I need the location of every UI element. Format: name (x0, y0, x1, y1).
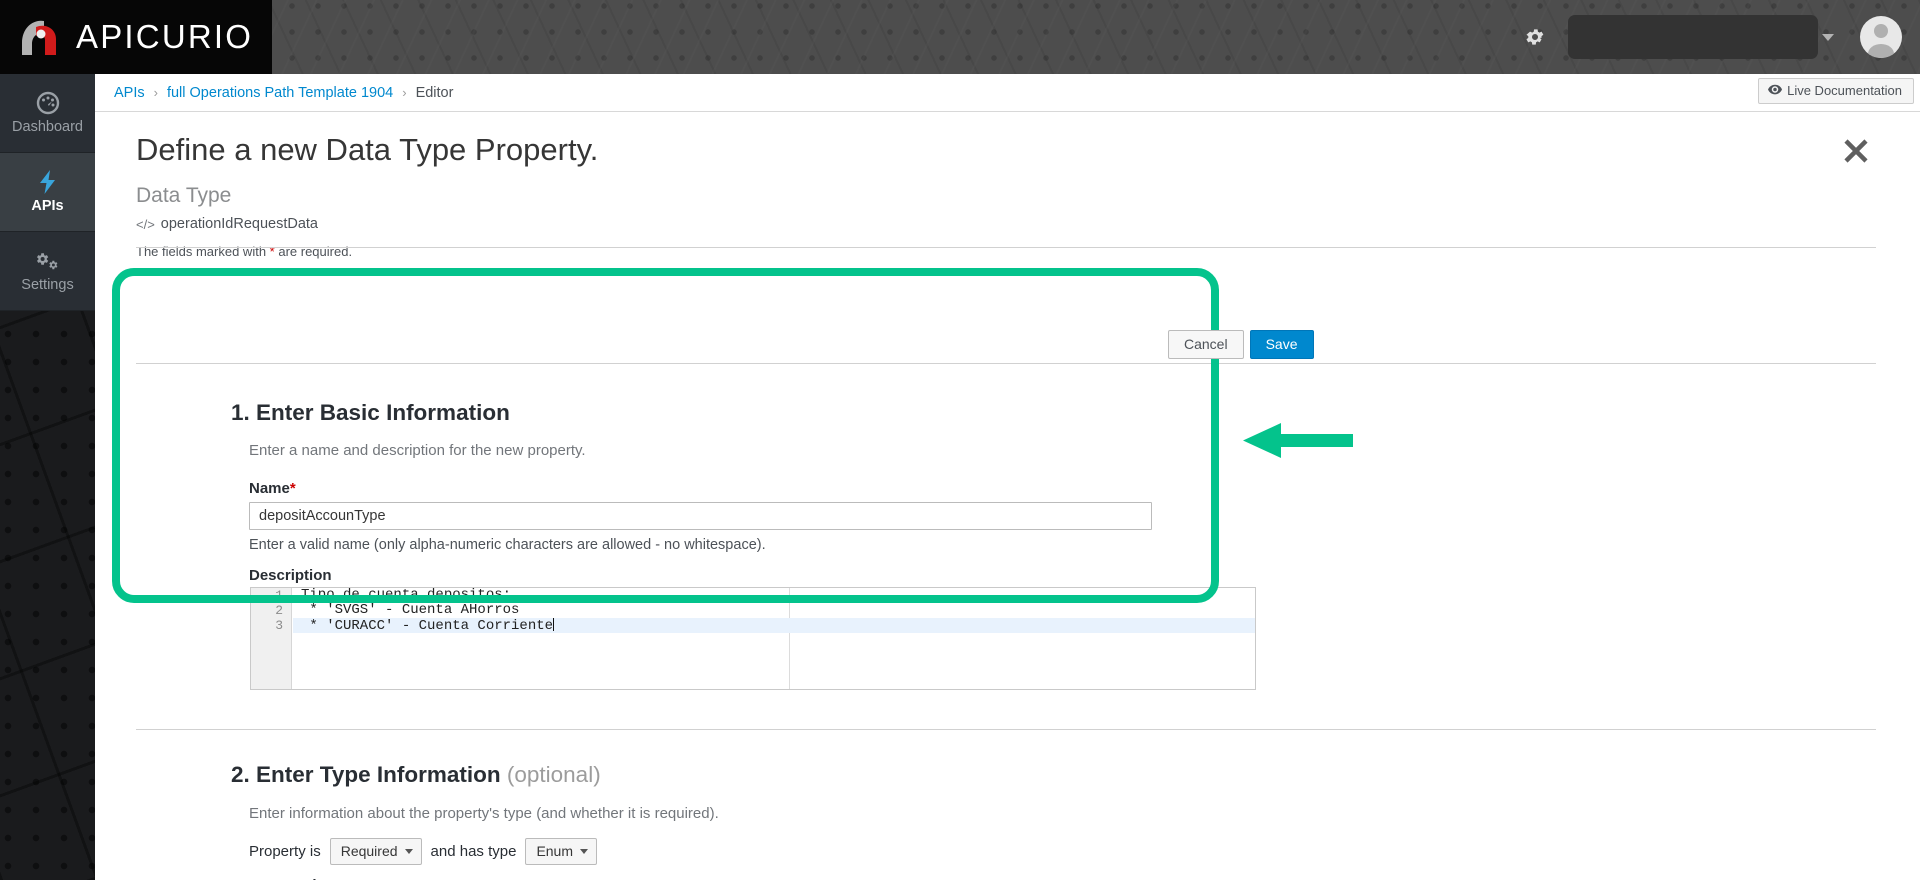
gears-icon (35, 249, 61, 273)
line-number: 1 (275, 588, 283, 603)
sidebar-item-dashboard[interactable]: Dashboard (0, 74, 95, 153)
breadcrumb-item-api[interactable]: full Operations Path Template 1904 (167, 85, 393, 101)
divider-after-header (136, 363, 1876, 364)
masthead-right-tools (1520, 0, 1902, 74)
name-label-text: Name (249, 480, 290, 497)
page-title: Define a new Data Type Property. (136, 132, 599, 167)
section-1-title: 1. Enter Basic Information (231, 400, 510, 425)
required-select[interactable]: Required (329, 838, 422, 865)
sidebar-item-settings[interactable]: Settings (0, 232, 95, 311)
property-type-row: Property is Required and has type Enum (249, 838, 598, 865)
breadcrumb-separator: › (153, 85, 158, 100)
sidebar-item-label: Settings (21, 277, 74, 293)
editor-line: Tipo de cuenta depositos: (301, 587, 512, 603)
user-menu-field[interactable] (1568, 15, 1818, 59)
text-cursor (553, 618, 555, 631)
data-type-name-row: </> operationIdRequestData (136, 216, 318, 232)
section-2-optional-label: (optional) (506, 762, 601, 787)
name-help-text: Enter a valid name (only alpha-numeric c… (249, 537, 766, 553)
description-field-label: Description (249, 567, 332, 584)
section-2-title-text: 2. Enter Type Information (231, 762, 501, 787)
editor-line-text: * 'CURACC' - Cuenta Corriente (301, 618, 554, 634)
breadcrumb-item-editor: Editor (415, 84, 454, 101)
code-tag-icon: </> (136, 216, 155, 232)
user-avatar-icon[interactable] (1860, 16, 1902, 58)
masthead: APICURIO (0, 0, 1920, 74)
name-input[interactable] (249, 502, 1152, 530)
main-content: Define a new Data Type Property. Data Ty… (95, 112, 1920, 880)
divider-top (136, 247, 1876, 248)
top-action-buttons: Cancel Save (1168, 330, 1314, 359)
required-select-value: Required (340, 843, 398, 859)
chevron-down-icon (404, 848, 413, 854)
line-number: 3 (275, 618, 283, 633)
name-required-star: * (289, 480, 296, 497)
type-select-value: Enum (536, 843, 574, 859)
editor-line-active: * 'CURACC' - Cuenta Corriente (293, 618, 1255, 634)
sidebar-item-apis[interactable]: APIs (0, 153, 95, 232)
name-field-label: Name* (249, 480, 296, 497)
sidebar-item-label: Dashboard (12, 119, 83, 135)
line-number: 2 (275, 603, 283, 618)
chevron-down-icon[interactable] (1822, 33, 1834, 41)
cancel-button[interactable]: Cancel (1168, 330, 1244, 359)
sidebar-item-label: APIs (31, 198, 64, 214)
gear-icon[interactable] (1520, 22, 1550, 52)
editor-line: * 'SVGS' - Cuenta AHorros (301, 602, 520, 618)
chevron-down-icon (580, 848, 589, 854)
breadcrumb: APIs › full Operations Path Template 190… (95, 74, 1920, 112)
close-x-icon[interactable] (1839, 134, 1873, 168)
description-code-editor[interactable]: 1 2 3 Tipo de cuenta depositos: * 'SVGS'… (250, 587, 1256, 690)
type-select[interactable]: Enum (525, 838, 598, 865)
live-documentation-button[interactable]: Live Documentation (1758, 78, 1914, 104)
and-has-type-label: and has type (430, 843, 517, 860)
brand-logo-area[interactable]: APICURIO (0, 0, 272, 74)
data-type-name: operationIdRequestData (160, 216, 318, 232)
divider-after-section-1 (136, 729, 1876, 730)
sidebar: Dashboard APIs Settings (0, 74, 95, 880)
section-1-description: Enter a name and description for the new… (249, 442, 586, 459)
editor-code-area[interactable]: Tipo de cuenta depositos: * 'SVGS' - Cue… (293, 588, 1255, 689)
apicurio-logo-icon (14, 13, 64, 61)
editor-gutter: 1 2 3 (251, 588, 292, 689)
save-button[interactable]: Save (1249, 330, 1314, 359)
brand-title: APICURIO (76, 18, 254, 55)
breadcrumb-item-apis[interactable]: APIs (114, 85, 145, 101)
section-2-description: Enter information about the property's t… (249, 805, 719, 822)
property-is-label: Property is (249, 843, 321, 860)
dashboard-gauge-icon (36, 91, 60, 115)
section-2-title: 2. Enter Type Information (optional) (231, 762, 601, 788)
live-documentation-label: Live Documentation (1787, 83, 1902, 98)
eye-icon (1768, 83, 1783, 98)
breadcrumb-separator: › (402, 85, 407, 100)
page-subtitle: Data Type (136, 184, 232, 207)
lightning-bolt-icon (37, 170, 59, 194)
